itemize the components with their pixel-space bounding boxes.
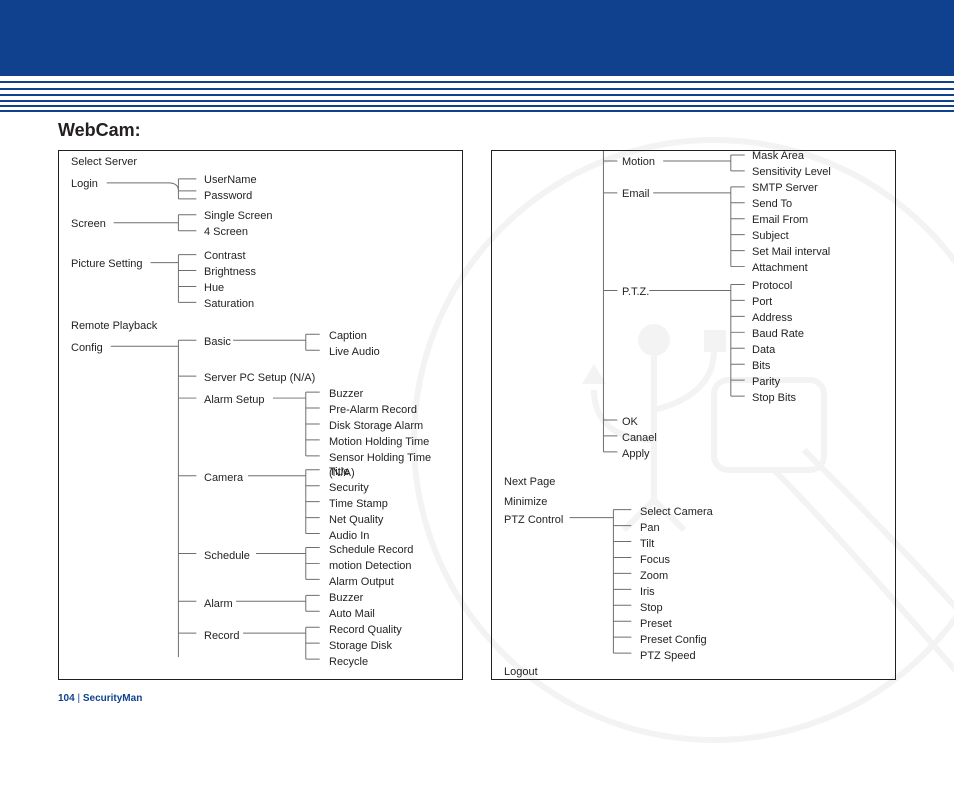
email-smtp: SMTP Server <box>752 181 887 196</box>
ptzc-preset-config: Preset Config <box>640 633 707 648</box>
email-from: Email From <box>752 213 887 228</box>
alarm-motion-hold: Motion Holding Time <box>329 435 454 450</box>
email-attach: Attachment <box>752 261 887 276</box>
right-panel: Motion Email P.T.Z. OK Canael Apply Mask… <box>491 150 896 680</box>
screen-single: Single Screen <box>204 209 354 224</box>
picture-brightness: Brightness <box>204 265 354 280</box>
cfg-ptz: P.T.Z. <box>622 285 742 300</box>
ptz-parity: Parity <box>752 375 887 390</box>
screen-four: 4 Screen <box>204 225 354 240</box>
cfg-motion: Motion <box>622 155 742 170</box>
schedule-record: Schedule Record <box>329 543 454 558</box>
footer-sep: | <box>75 693 83 704</box>
camera-audioin: Audio In <box>329 529 454 544</box>
ptzc-pan: Pan <box>640 521 660 536</box>
email-interval: Set Mail interval <box>752 245 887 260</box>
email-sendto: Send To <box>752 197 887 212</box>
item-picture-setting: Picture Setting <box>71 257 181 272</box>
item-config: Config <box>71 341 181 356</box>
ptzc-speed: PTZ Speed <box>640 649 696 664</box>
alarm-buzzer: Buzzer <box>329 387 454 402</box>
item-ptz-control: PTZ Control <box>504 513 604 528</box>
camera-title: Title <box>329 465 454 480</box>
alarm-prealarm: Pre-Alarm Record <box>329 403 454 418</box>
item-minimize: Minimize <box>504 495 604 510</box>
left-panel: Select Server Login Screen Picture Setti… <box>58 150 463 680</box>
camera-timestamp: Time Stamp <box>329 497 454 512</box>
ptzc-zoom: Zoom <box>640 569 668 584</box>
cfg-ok: OK <box>622 415 742 430</box>
item-remote-playback: Remote Playback <box>71 319 181 334</box>
item-login: Login <box>71 177 181 192</box>
record-storage: Storage Disk <box>329 639 454 654</box>
footer-brand: SecurityMan <box>83 693 142 704</box>
picture-saturation: Saturation <box>204 297 354 312</box>
alarm2-automail: Auto Mail <box>329 607 454 622</box>
schedule-motion: motion Detection <box>329 559 454 574</box>
ptz-protocol: Protocol <box>752 279 887 294</box>
ptzc-preset: Preset <box>640 617 672 632</box>
camera-netquality: Net Quality <box>329 513 454 528</box>
ptz-port: Port <box>752 295 887 310</box>
picture-hue: Hue <box>204 281 354 296</box>
basic-caption: Caption <box>329 329 454 344</box>
cfg-email: Email <box>622 187 742 202</box>
motion-sens: Sensitivity Level <box>752 165 887 180</box>
record-recycle: Recycle <box>329 655 454 670</box>
email-subject: Subject <box>752 229 887 244</box>
cfg-apply: Apply <box>622 447 742 462</box>
record-quality: Record Quality <box>329 623 454 638</box>
ptzc-select: Select Camera <box>640 505 713 520</box>
page-footer: 104 | SecurityMan <box>58 693 142 704</box>
ptz-stopbits: Stop Bits <box>752 391 887 406</box>
schedule-alarmout: Alarm Output <box>329 575 454 590</box>
ptzc-stop: Stop <box>640 601 663 616</box>
login-username: UserName <box>204 173 354 188</box>
page-header <box>0 0 954 115</box>
config-server-pc: Server PC Setup (N/A) <box>204 371 354 386</box>
alarm-disk: Disk Storage Alarm <box>329 419 454 434</box>
ptzc-focus: Focus <box>640 553 670 568</box>
ptz-bits: Bits <box>752 359 887 374</box>
alarm2-buzzer: Buzzer <box>329 591 454 606</box>
item-screen: Screen <box>71 217 181 232</box>
ptz-baud: Baud Rate <box>752 327 887 342</box>
camera-security: Security <box>329 481 454 496</box>
item-select-server: Select Server <box>71 155 181 170</box>
ptz-address: Address <box>752 311 887 326</box>
item-logout: Logout <box>504 665 604 680</box>
ptzc-iris: Iris <box>640 585 655 600</box>
section-title: WebCam: <box>58 120 141 141</box>
cfg-cancel: Canael <box>622 431 742 446</box>
login-password: Password <box>204 189 354 204</box>
ptz-data: Data <box>752 343 887 358</box>
motion-mask: Mask Area <box>752 149 887 164</box>
picture-contrast: Contrast <box>204 249 354 264</box>
ptzc-tilt: Tilt <box>640 537 654 552</box>
item-next-page: Next Page <box>504 475 604 490</box>
page-number: 104 <box>58 693 75 704</box>
basic-liveaudio: Live Audio <box>329 345 454 360</box>
